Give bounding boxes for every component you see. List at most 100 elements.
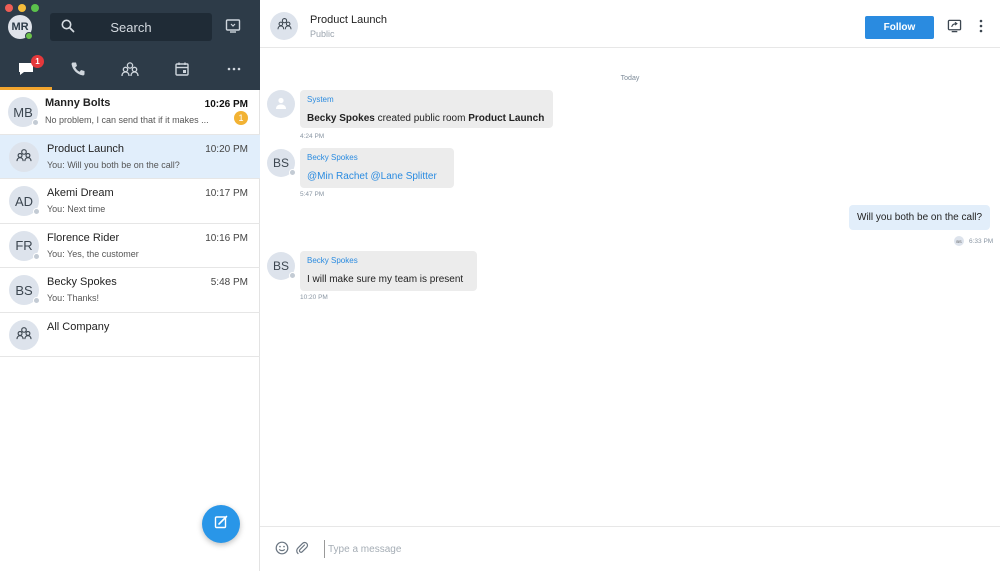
more-horizontal-icon xyxy=(226,61,242,82)
phone-icon xyxy=(70,61,86,82)
attach-icon[interactable] xyxy=(295,541,309,560)
follow-button[interactable]: Follow xyxy=(865,16,934,39)
reader-avatar: BS xyxy=(954,236,964,246)
conversation-time: 10:20 PM xyxy=(205,143,248,155)
avatar-initials: AD xyxy=(14,193,34,209)
avatar-initials: MB xyxy=(13,104,33,120)
user-icon xyxy=(274,96,288,113)
room-avatar xyxy=(9,319,39,350)
avatar: MB xyxy=(8,97,39,127)
conversation-item[interactable]: FR Florence Rider You: Yes, the customer… xyxy=(0,224,260,268)
conversation-name: All Company xyxy=(47,320,110,333)
close-window-button[interactable] xyxy=(5,4,13,12)
room-name: Product Launch xyxy=(468,113,545,124)
team-icon xyxy=(16,326,32,343)
conversation-item[interactable]: BS Becky Spokes You: Thanks! 5:48 PM xyxy=(0,268,260,313)
conversation-preview: No problem, I can send that if it makes … xyxy=(45,115,209,125)
conversation-preview: You: Next time xyxy=(47,204,106,214)
message-sender: Becky Spokes xyxy=(307,153,358,162)
tab-calls[interactable] xyxy=(52,52,104,90)
avatar-initials: FR xyxy=(15,238,33,253)
conversation-item[interactable]: MB Manny Bolts No problem, I can send th… xyxy=(0,90,260,135)
avatar-initials: BS xyxy=(15,282,33,298)
avatar-initials: BS xyxy=(272,156,289,170)
conversation-item[interactable]: AD Akemi Dream You: Next time 10:17 PM xyxy=(0,179,260,224)
more-options-icon[interactable] xyxy=(978,19,984,38)
actor-name: Becky Spokes xyxy=(307,113,375,124)
avatar: BS xyxy=(267,149,296,177)
maximize-window-button[interactable] xyxy=(31,4,39,12)
avatar-initials: BS xyxy=(272,259,289,273)
avatar: FR xyxy=(9,230,40,261)
mention-link[interactable]: @Lane Splitter xyxy=(371,171,437,182)
team-icon xyxy=(121,61,139,82)
unread-badge: 1 xyxy=(31,55,44,68)
team-icon xyxy=(16,148,32,165)
nav-tabs: 1 xyxy=(0,52,260,90)
conversation-name: Florence Rider xyxy=(47,231,120,244)
tab-meetings[interactable] xyxy=(156,52,208,90)
share-screen-icon[interactable] xyxy=(947,19,962,38)
tab-teams[interactable] xyxy=(104,52,156,90)
screen-share-icon[interactable] xyxy=(225,18,241,39)
avatar: BS xyxy=(267,252,296,280)
conversation-time: 5:48 PM xyxy=(210,277,248,288)
sidebar-header: MR Search 1 xyxy=(0,0,260,90)
online-status-dot xyxy=(25,32,33,40)
day-separator: Today xyxy=(620,75,640,82)
message-body: @Min Rachet @Lane Splitter xyxy=(307,171,437,182)
own-message-bubble: Will you both be on the call? xyxy=(849,205,991,230)
room-title: Product Launch xyxy=(310,14,388,26)
conversation-name: Product Launch xyxy=(47,142,125,155)
conversation-preview: You: Will you both be on the call? xyxy=(47,159,180,170)
message-composer xyxy=(260,526,1000,571)
message-time: 10:20 PM xyxy=(300,294,328,301)
search-bar[interactable]: Search xyxy=(50,13,212,41)
message-input[interactable] xyxy=(324,540,924,558)
search-icon xyxy=(61,19,75,38)
presence-dot xyxy=(32,119,39,126)
sidebar: MR Search 1 MB Manny Bolts No problem, I… xyxy=(0,0,260,571)
tab-more[interactable] xyxy=(208,52,260,90)
avatar: BS xyxy=(9,275,40,305)
message-body: I will make sure my team is present xyxy=(307,274,464,285)
conversation-list: MB Manny Bolts No problem, I can send th… xyxy=(0,90,260,357)
conversation-name: Akemi Dream xyxy=(47,187,114,199)
conversation-name: Manny Bolts xyxy=(45,97,111,109)
minimize-window-button[interactable] xyxy=(18,4,26,12)
room-avatar[interactable] xyxy=(270,12,298,40)
message-sender: System xyxy=(307,95,334,104)
conversation-time: 10:16 PM xyxy=(205,232,248,244)
conversation-preview: You: Thanks! xyxy=(47,293,100,303)
compose-button[interactable] xyxy=(202,505,240,543)
presence-dot xyxy=(289,169,296,176)
conversation-preview: You: Yes, the customer xyxy=(47,248,139,259)
chat-panel: Product Launch Public Follow Today Syste… xyxy=(260,0,1000,571)
message-time: 4:24 PM xyxy=(300,133,325,140)
user-initials: MR xyxy=(11,21,29,33)
calendar-icon xyxy=(174,61,190,82)
message-time: 5:47 PM xyxy=(300,191,325,198)
conversation-item[interactable]: All Company xyxy=(0,313,260,357)
tab-chats[interactable]: 1 xyxy=(0,52,52,90)
conversation-time: 10:26 PM xyxy=(204,99,248,110)
conversation-item[interactable]: Product Launch You: Will you both be on … xyxy=(0,134,260,179)
unread-count-badge: 1 xyxy=(234,111,248,125)
system-avatar xyxy=(267,90,295,118)
team-icon xyxy=(276,17,292,35)
user-avatar[interactable]: MR xyxy=(8,15,33,40)
message-time: 6:33 PM xyxy=(969,237,994,245)
presence-dot xyxy=(33,252,40,260)
mention-link[interactable]: @Min Rachet xyxy=(307,171,368,182)
action-text: created public room xyxy=(374,113,469,124)
presence-dot xyxy=(33,208,40,215)
emoji-icon[interactable] xyxy=(275,541,289,560)
avatar: AD xyxy=(9,186,40,216)
room-avatar xyxy=(9,141,39,172)
message-sender: Becky Spokes xyxy=(307,256,358,265)
presence-dot xyxy=(289,272,296,279)
message-bubble: Becky Spokes I will make sure my team is… xyxy=(300,251,477,291)
conversation-time: 10:17 PM xyxy=(205,188,248,199)
room-visibility: Public xyxy=(310,29,335,39)
message-body: Becky Spokes created public room Product… xyxy=(307,113,544,124)
